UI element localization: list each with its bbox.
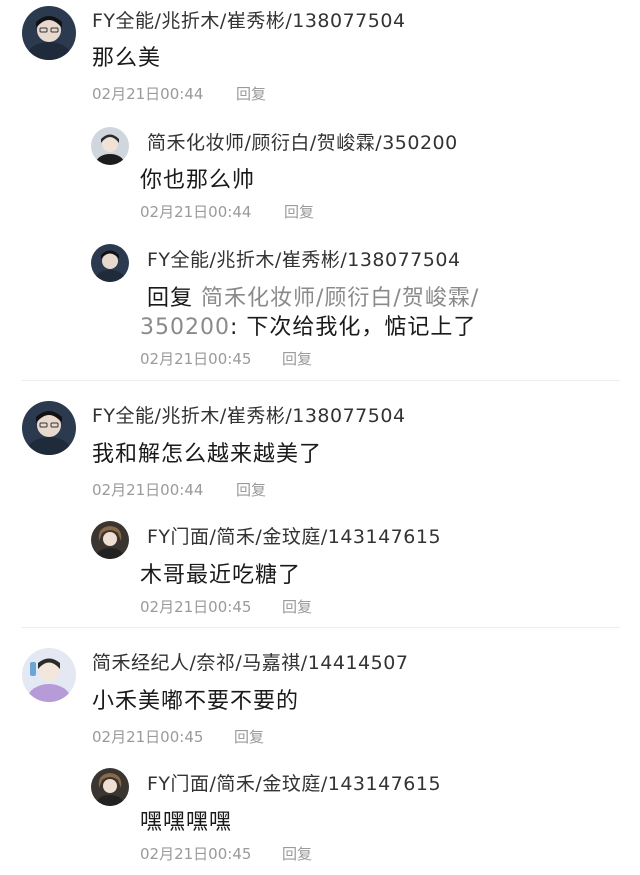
reply-button[interactable]: 回复	[236, 479, 266, 500]
divider	[22, 380, 620, 381]
comment-author-name[interactable]: 简禾经纪人/奈祁/马嘉祺/14414507	[92, 648, 408, 675]
reply-text-line: 回复 简禾化妆师/顾衍白/贺峻霖/	[147, 280, 479, 312]
comment-timestamp: 02月21日00:45	[92, 728, 204, 746]
avatar[interactable]	[22, 6, 76, 60]
reply-button[interactable]: 回复	[284, 201, 314, 222]
reply-timestamp: 02月21日00:45	[140, 598, 252, 616]
comment-author-name[interactable]: FY全能/兆折木/崔秀彬/138077504	[92, 6, 406, 33]
avatar[interactable]	[91, 521, 129, 559]
reply-button[interactable]: 回复	[282, 348, 312, 369]
comment-text: 那么美	[92, 46, 162, 71]
quoted-user[interactable]: 350200	[140, 315, 230, 340]
quoted-user[interactable]: 简禾化妆师/顾衍白/贺峻霖/	[201, 286, 479, 311]
reply-text: 你也那么帅	[140, 168, 256, 193]
reply-timestamp: 02月21日00:44	[140, 203, 252, 221]
avatar[interactable]	[91, 127, 129, 165]
avatar[interactable]	[22, 401, 76, 455]
reply-prefix: 回复	[147, 286, 194, 311]
reply-button[interactable]: 回复	[234, 726, 264, 747]
divider	[22, 627, 620, 628]
avatar[interactable]	[22, 648, 76, 702]
reply-author-name[interactable]: 简禾化妆师/顾衍白/贺峻霖/350200	[147, 128, 458, 155]
comment-timestamp: 02月21日00:44	[92, 481, 204, 499]
reply-author-name[interactable]: FY门面/简禾/金玟庭/143147615	[147, 769, 441, 796]
reply-author-name[interactable]: FY门面/简禾/金玟庭/143147615	[147, 522, 441, 549]
reply-timestamp: 02月21日00:45	[140, 350, 252, 368]
reply-button[interactable]: 回复	[282, 596, 312, 617]
reply-button[interactable]: 回复	[236, 83, 266, 104]
comment-author-name[interactable]: FY全能/兆折木/崔秀彬/138077504	[92, 401, 406, 428]
reply-text: 嘿嘿嘿嘿	[140, 810, 233, 835]
comment-text: 我和解怎么越来越美了	[92, 442, 323, 467]
reply-timestamp: 02月21日00:45	[140, 845, 252, 863]
comment-timestamp: 02月21日00:44	[92, 85, 204, 103]
comment-text: 小禾美嘟不要不要的	[92, 689, 300, 714]
reply-text-line: 350200: 下次给我化，惦记上了	[140, 309, 476, 341]
reply-author-name[interactable]: FY全能/兆折木/崔秀彬/138077504	[147, 245, 461, 272]
reply-text: 木哥最近吃糖了	[140, 563, 302, 588]
avatar[interactable]	[91, 768, 129, 806]
avatar[interactable]	[91, 244, 129, 282]
reply-button[interactable]: 回复	[282, 843, 312, 864]
reply-text: : 下次给我化，惦记上了	[229, 315, 477, 340]
